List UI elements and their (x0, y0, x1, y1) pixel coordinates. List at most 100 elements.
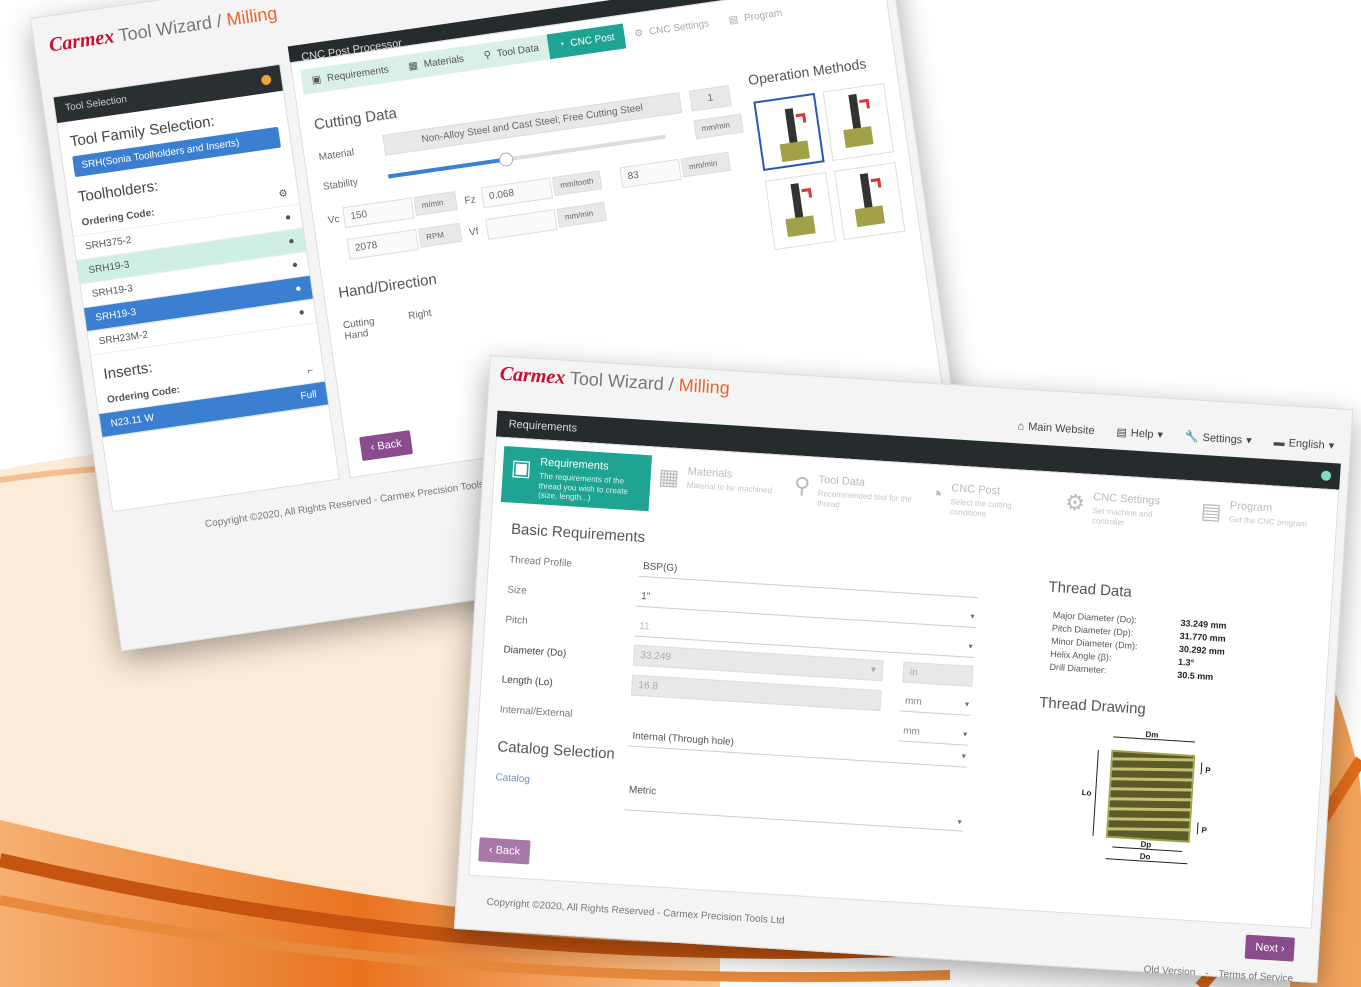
thread-milling-icon (854, 173, 886, 228)
nav-main-website[interactable]: ⌂ Main Website (1017, 419, 1095, 437)
ap-input[interactable]: 83 (619, 158, 682, 189)
book-icon: ▤ (1116, 426, 1128, 440)
step-requirements[interactable]: ▣ Requirements The requirements of the th… (500, 446, 652, 512)
ap-unit: mm/min (680, 151, 731, 178)
step-materials[interactable]: ▦ Materials Material to be machined (648, 455, 787, 519)
drawing-label-dp: Dp (1140, 840, 1151, 850)
size-label: Size (506, 584, 528, 597)
catalog-label: Catalog (495, 772, 531, 786)
tab-cnc-settings[interactable]: ⚙ CNC Settings (622, 9, 721, 49)
vc-label: Vc (327, 213, 341, 227)
diameter-unit[interactable]: in (902, 661, 974, 687)
vf-label: Vf (468, 226, 480, 239)
operation-method-card[interactable] (834, 162, 906, 241)
drop-icon: ● (291, 259, 299, 272)
material-number[interactable]: 1 (689, 85, 732, 112)
next-button[interactable]: Next › (1244, 934, 1296, 962)
drawing-label-dm: Dm (1145, 730, 1158, 740)
material-label: Material (318, 147, 355, 164)
catalog-select[interactable]: Metric ▾ (623, 780, 965, 832)
back-button[interactable]: ‹ Back (478, 837, 531, 865)
drop-icon: ● (294, 283, 303, 295)
tab-program[interactable]: ▤ Program (717, 0, 794, 35)
thread-milling-icon (785, 183, 816, 238)
filter-icon[interactable]: ⚙ (278, 188, 288, 200)
materials-icon: ▦ (407, 60, 419, 73)
step-tool-data[interactable]: ⚲ Tool Data Recommended tool for the thre… (784, 464, 923, 528)
drawing-label-p: P (1201, 826, 1208, 835)
material-field[interactable]: Non-Alloy Steel and Cast Steel; Free Cut… (382, 92, 683, 156)
drop-icon: ● (284, 211, 292, 224)
program-icon: ▤ (728, 14, 740, 27)
stability-label: Stability (322, 176, 359, 193)
stability-unit: mm/min (693, 113, 744, 140)
gauge-icon: ◔ (928, 480, 944, 507)
drawing-label-p: P (1205, 766, 1212, 775)
step-cnc-settings[interactable]: ⚙ CNC Settings Set machine and controller (1055, 481, 1194, 545)
tab-requirements[interactable]: ▣ Requirements (300, 56, 401, 95)
rpm-input[interactable]: 2078 (346, 229, 420, 260)
app-logo[interactable]: Carmex Tool Wizard / Milling (499, 363, 730, 400)
cutting-hand-label: Cutting Hand (342, 316, 376, 343)
length-input[interactable]: 16.8 (630, 674, 882, 712)
clipboard-icon: ▣ (311, 74, 322, 87)
clipboard-icon: ▣ (510, 454, 533, 481)
screenshot-collage: Carmex Tool Wizard / Milling ⌂Main Websi… (0, 0, 1361, 987)
insert-shape-icon: ⌐ (306, 365, 314, 377)
rpm-unit: RPM (418, 222, 463, 248)
app-logo[interactable]: Carmex Tool Wizard / Milling (48, 2, 279, 58)
hand-direction-title: Hand/Direction (337, 270, 438, 302)
wrench-icon: 🔧 (1184, 430, 1199, 444)
thread-milling-icon (779, 108, 810, 163)
thread-profile-label: Thread Profile (508, 554, 573, 570)
internal-unit-select[interactable]: mm ▾ (898, 721, 970, 746)
vc-input[interactable]: 150 (342, 197, 415, 229)
gears-icon: ⚙ (633, 27, 645, 40)
tab-tool-data[interactable]: ⚲ Tool Data (472, 34, 551, 70)
sidebar-status-dot (260, 74, 272, 86)
flag-icon: ▬ (1273, 435, 1286, 449)
stability-slider-handle[interactable] (498, 151, 514, 168)
nav-help[interactable]: ▤ Help ▾ (1116, 426, 1163, 442)
back-button[interactable]: ‹ Back (359, 430, 414, 462)
cutting-hand-value[interactable]: Right (408, 308, 433, 322)
front-app-window: Carmex Tool Wizard / Milling ⌂ Main Websi… (453, 355, 1354, 985)
thread-data-title: Thread Data (1047, 578, 1133, 601)
fz-input[interactable]: 0.068 (480, 177, 554, 209)
tool-selection-sidebar: Tool Selection Tool Family Selection: SR… (52, 63, 340, 513)
cutting-data-title: Cutting Data (312, 104, 398, 134)
drawing-label-do: Do (1140, 852, 1151, 862)
thread-drawing-title: Thread Drawing (1038, 694, 1147, 718)
tool-icon: ⚲ (793, 472, 811, 499)
operation-methods-title: Operation Methods (747, 55, 868, 89)
nav-settings[interactable]: 🔧 Settings ▾ (1185, 430, 1253, 447)
length-label: Length (Lo) (501, 674, 554, 689)
operation-method-card[interactable] (764, 172, 837, 251)
drop-icon: ● (287, 235, 296, 248)
nav-language[interactable]: ▬ English ▾ (1273, 435, 1334, 452)
copyright-text: Copyright ©2020, All Rights Reserved - C… (486, 896, 785, 927)
home-icon: ⌂ (1017, 419, 1025, 433)
basic-requirements-title: Basic Requirements (510, 520, 646, 547)
operation-method-card[interactable] (822, 82, 894, 161)
fz-unit: mm/tooth (552, 170, 603, 196)
materials-icon: ▦ (657, 463, 681, 491)
requirements-panel: ▣ Requirements The requirements of the th… (468, 436, 1340, 929)
step-cnc-post[interactable]: ◔ CNC Post Select the cutting conditions (919, 472, 1058, 536)
operation-method-card-selected[interactable] (753, 92, 825, 171)
requirements-header-title: Requirements (508, 418, 578, 435)
length-unit-select[interactable]: mm ▾ (900, 691, 972, 716)
gauge-icon: ◔ (557, 39, 566, 51)
fz-label: Fz (463, 194, 477, 207)
catalog-selection-title: Catalog Selection (496, 738, 616, 763)
vf-input[interactable] (485, 209, 558, 240)
thread-drawing: Dm Lo Dp Do P P (1081, 730, 1212, 865)
thread-milling-icon (843, 93, 874, 148)
tab-cnc-post[interactable]: ◔ CNC Post (546, 23, 627, 60)
tab-materials[interactable]: ▦ Materials (396, 45, 476, 81)
internal-external-label: Internal/External (499, 704, 573, 720)
tool-icon: ⚲ (483, 49, 492, 62)
diameter-input[interactable]: 33.249 ▾ (632, 644, 884, 682)
step-program[interactable]: ▤ Program Get the CNC program (1191, 489, 1330, 553)
thread-data-values: 33.249 mm 31.770 mm 30.292 mm 1.3° 30.5 … (1176, 617, 1227, 683)
